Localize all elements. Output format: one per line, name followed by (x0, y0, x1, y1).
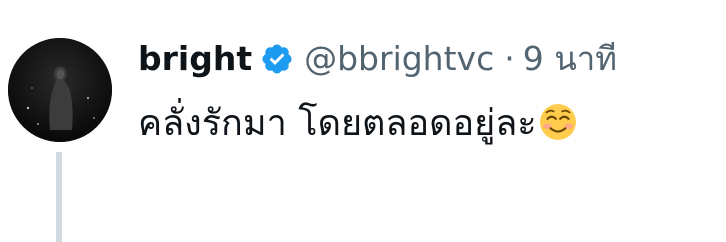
user-avatar-photo-icon (8, 38, 112, 142)
smiling-face-emoji-icon (539, 103, 577, 141)
tweet-text-content: คลั่งรักมา โดยตลอดอยู่ละ (138, 103, 537, 144)
tweet-header: bright @bbrightvc · 9 นาที (138, 36, 617, 82)
user-handle[interactable]: @bbrightvc (304, 36, 494, 82)
thread-line (56, 152, 62, 242)
tweet[interactable]: bright @bbrightvc · 9 นาที คลั่งรักมา โด… (0, 0, 726, 242)
verified-badge-icon (260, 42, 294, 76)
separator-dot: · (504, 39, 515, 78)
display-name[interactable]: bright (138, 36, 252, 82)
timestamp[interactable]: 9 นาที (523, 36, 617, 82)
tweet-text: คลั่งรักมา โดยตลอดอยู่ละ (138, 96, 577, 152)
avatar[interactable] (8, 38, 112, 142)
